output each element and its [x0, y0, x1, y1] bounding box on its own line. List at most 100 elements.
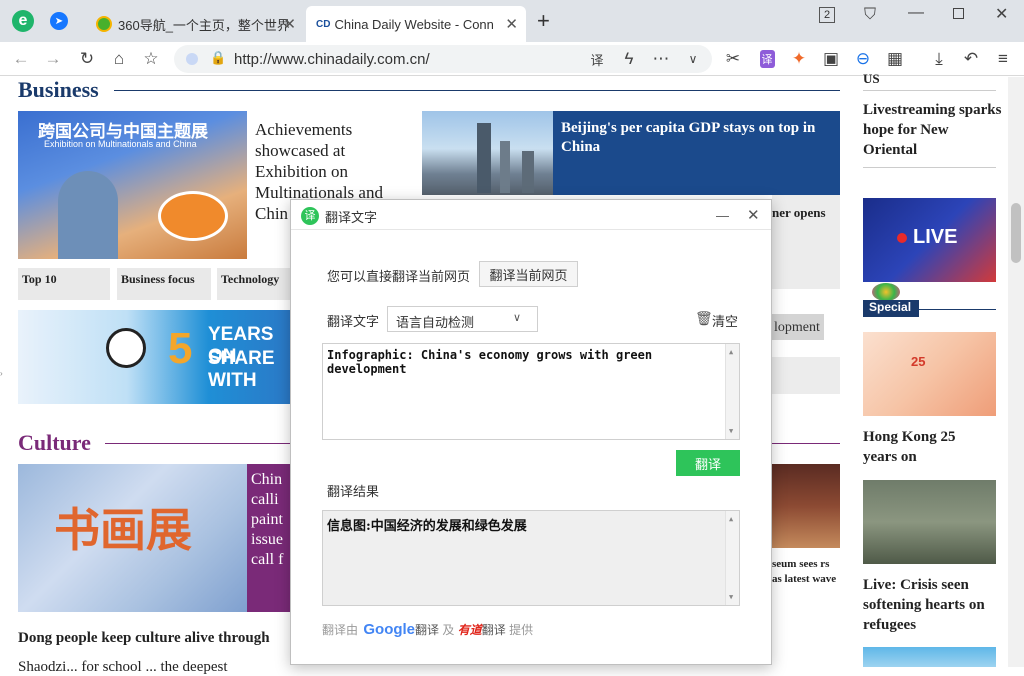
nav-tab-technology[interactable]: Technology: [217, 268, 297, 300]
business-image-2[interactable]: [422, 111, 553, 195]
nav-tab-business-focus[interactable]: Business focus: [117, 268, 211, 300]
skyscraper-shape: [522, 151, 534, 193]
window-close-icon[interactable]: ✕: [995, 4, 1008, 24]
source-textarea[interactable]: Infographic: China's economy grows with …: [322, 343, 740, 440]
footer-suffix: 提供: [509, 623, 534, 637]
business-image-1[interactable]: 跨国公司与中国主题展 Exhibition on Multinationals …: [18, 111, 247, 259]
scroll-down-icon[interactable]: ▼: [729, 593, 733, 601]
dialog-minimize-icon[interactable]: —: [716, 208, 729, 223]
museum-headline[interactable]: seum sees rs as latest wave: [772, 557, 840, 587]
tab-close-icon[interactable]: ✕: [283, 15, 296, 33]
robot-fish-shape: [158, 191, 228, 241]
minus-circle-icon[interactable]: ⊖: [852, 48, 874, 70]
language-select[interactable]: 语言自动检测 ∨: [387, 306, 538, 332]
culture-headline-box[interactable]: Chin calli paint issue call f: [247, 464, 290, 612]
live-label: LIVE: [913, 226, 958, 248]
translate-dialog: 译 翻译文字 — ✕ 您可以直接翻译当前网页 翻译当前网页 翻译文字 语言自动检…: [290, 199, 772, 665]
result-textarea[interactable]: 信息图:中国经济的发展和绿色发展 ▲ ▼: [322, 510, 740, 606]
trash-icon[interactable]: 🗑: [695, 310, 713, 327]
tab-title: China Daily Website - Conn: [334, 16, 494, 32]
translate-logo-icon: 译: [301, 207, 319, 225]
chevron-down-icon[interactable]: ∨: [682, 48, 704, 70]
business-headline-2[interactable]: Beijing's per capita GDP stays on top in…: [561, 120, 815, 155]
nav-tab-top10[interactable]: Top 10: [18, 268, 110, 300]
business-rule: [114, 90, 840, 91]
shirt-icon[interactable]: ⛉: [864, 6, 876, 24]
translate-ext-icon[interactable]: 译: [756, 48, 778, 70]
culture-image-1[interactable]: 书画展: [18, 464, 247, 612]
sidebar-headline-3[interactable]: Live: Crisis seen softening hearts on re…: [863, 575, 1003, 635]
source-scrollbar[interactable]: ▲ ▼: [725, 344, 739, 439]
sidebar-rule: [863, 90, 996, 91]
business-headline-3[interactable]: ner opens: [772, 205, 826, 221]
lightning-icon[interactable]: ϟ: [618, 48, 640, 70]
scroll-up-icon[interactable]: ▲: [729, 515, 733, 523]
sidebar-image-bottom[interactable]: [863, 647, 996, 667]
culture-headline[interactable]: Chin calli paint issue call f: [251, 470, 291, 570]
language-select-value: 语言自动检测: [396, 315, 475, 330]
business-partial-text[interactable]: lopment: [774, 320, 820, 336]
translate-button[interactable]: 翻译: [676, 450, 740, 476]
dialog-close-icon[interactable]: ✕: [747, 206, 760, 224]
reload-icon[interactable]: ↻: [76, 48, 98, 70]
hongkong-image[interactable]: 25: [863, 332, 996, 416]
clear-button[interactable]: 清空: [712, 311, 738, 330]
footer-prefix: 翻译由: [322, 623, 359, 637]
back-icon[interactable]: ←: [10, 48, 32, 70]
undo-icon[interactable]: ↶: [960, 48, 982, 70]
360-favicon-icon: [96, 16, 112, 32]
special-badge[interactable]: Special: [863, 300, 919, 317]
site-info-icon[interactable]: [186, 53, 198, 65]
culture-story-2[interactable]: Shaodzi... for school ... the deepest: [18, 659, 290, 676]
result-scrollbar[interactable]: ▲ ▼: [725, 511, 739, 605]
reader-icon[interactable]: ▣: [820, 48, 842, 70]
page-scrollbar[interactable]: [1008, 77, 1024, 667]
special-icon: [872, 283, 900, 301]
apps-grid-icon[interactable]: ▦: [884, 48, 906, 70]
business-headline-2-box[interactable]: Beijing's per capita GDP stays on top in…: [553, 111, 840, 195]
translate-page-button[interactable]: 翻译当前网页: [479, 261, 578, 287]
scroll-up-icon[interactable]: ▲: [729, 348, 733, 356]
tab-chinadaily[interactable]: CD China Daily Website - Conn ✕: [306, 6, 526, 42]
scroll-down-icon[interactable]: ▼: [729, 427, 733, 435]
insecure-lock-icon[interactable]: 🔒: [210, 50, 226, 66]
source-label: 翻译文字: [327, 314, 380, 329]
url-text[interactable]: http://www.chinadaily.com.cn/: [234, 51, 430, 68]
chevron-down-icon: ∨: [512, 312, 521, 324]
tab-close-icon[interactable]: ✕: [505, 15, 518, 33]
favorites-icon[interactable]: ☆: [140, 48, 162, 70]
sidebar-headline-1[interactable]: Livestreaming sparks hope for New Orient…: [863, 100, 1003, 160]
more-icon[interactable]: ⋯: [650, 48, 672, 70]
translate-icon[interactable]: 译: [586, 48, 608, 70]
sidebar-top-partial[interactable]: US: [863, 71, 880, 87]
refugees-image[interactable]: [863, 480, 996, 564]
scissors-icon[interactable]: ✂: [722, 48, 744, 70]
skyscraper-shape: [500, 141, 510, 193]
culture-image-2[interactable]: [772, 464, 840, 548]
window-minimize-icon[interactable]: —: [908, 4, 924, 22]
panda-shape: [106, 328, 146, 368]
culture-story-1[interactable]: Dong people keep culture alive through: [18, 630, 270, 647]
tab-360[interactable]: 360导航_一个主页，整个世界 ✕: [86, 6, 304, 42]
live-image[interactable]: LIVE: [863, 198, 996, 282]
window-maximize-icon[interactable]: [953, 8, 964, 19]
menu-icon[interactable]: ≡: [992, 48, 1014, 70]
forward-icon[interactable]: →: [42, 48, 64, 70]
browser-logo-icon[interactable]: e: [12, 10, 34, 32]
expo-banner[interactable]: 5 YEARS ON SHARE WITH: [18, 310, 290, 404]
banner-text-2: SHARE WITH: [208, 348, 275, 391]
new-tab-button[interactable]: +: [537, 8, 550, 34]
culture-title[interactable]: Culture: [18, 430, 91, 456]
tab-bar: e ➤ 360导航_一个主页，整个世界 ✕ CD China Daily Web…: [0, 0, 1024, 42]
scrollbar-thumb[interactable]: [1011, 203, 1021, 263]
footer-youdao-suffix: 翻译: [481, 623, 506, 637]
send-icon[interactable]: ➤: [50, 12, 68, 30]
sidebar-headline-2[interactable]: Hong Kong 25 years on: [863, 427, 973, 467]
tab-count-badge[interactable]: 2: [819, 7, 835, 23]
download-icon[interactable]: ⤓: [928, 48, 950, 70]
business-title[interactable]: Business: [18, 77, 99, 103]
chinadaily-favicon-icon: CD: [316, 18, 331, 30]
home-icon[interactable]: ⌂: [108, 48, 130, 70]
game-icon[interactable]: ✦: [788, 48, 810, 70]
special-label: Special: [869, 300, 912, 314]
